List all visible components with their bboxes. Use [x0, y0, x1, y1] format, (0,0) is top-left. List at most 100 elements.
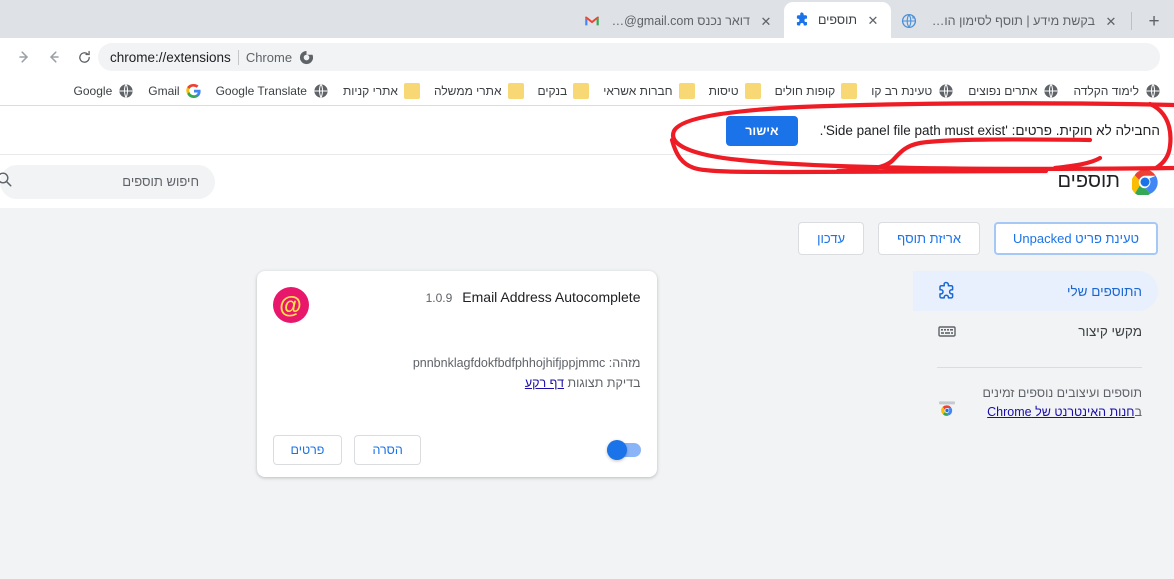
- extension-name-group: Email Address Autocomplete 1.0.9: [323, 287, 641, 305]
- tab-close-icon[interactable]: ✕: [1103, 13, 1119, 29]
- error-message: החבילה לא חוקית. פרטים: 'Side panel file…: [819, 123, 1160, 138]
- search-icon[interactable]: [0, 171, 13, 193]
- extension-inspect-row: בדיקת תצוגות דף רקע: [273, 373, 641, 393]
- update-button[interactable]: עדכון: [798, 222, 865, 255]
- address-bar-url: chrome://extensions: [110, 49, 231, 65]
- bookmark-item[interactable]: Gmail: [141, 80, 208, 102]
- search-input[interactable]: [23, 174, 199, 189]
- extensions-toolbar: טעינת פריט Unpacked אריזת תוסף עדכון: [0, 208, 1174, 255]
- forward-button[interactable]: [10, 43, 38, 71]
- search-box[interactable]: [0, 164, 215, 199]
- extension-enabled-toggle[interactable]: [606, 440, 641, 460]
- package-error-banner: החבילה לא חוקית. פרטים: 'Side panel file…: [0, 107, 1174, 155]
- bookmark-item[interactable]: טעינת רב קו: [864, 80, 961, 102]
- bookmark-item[interactable]: Google: [67, 80, 142, 102]
- page-title: תוספים: [1057, 170, 1121, 192]
- browser-toolbar: chrome://extensions Chrome: [0, 38, 1174, 76]
- pack-extension-button[interactable]: אריזת תוסף: [878, 222, 981, 255]
- folder-icon: [507, 82, 524, 99]
- bookmark-label: חברות אשראי: [603, 83, 673, 98]
- extensions-body: התוספים שלי מקשי קיצור תוספים ועיצובים נ…: [0, 255, 1174, 477]
- arrow-left-icon: [50, 51, 59, 63]
- reload-button[interactable]: [70, 43, 98, 71]
- extension-card-header: Email Address Autocomplete 1.0.9 @: [272, 287, 641, 323]
- chrome-logo-icon: [1130, 169, 1158, 196]
- extensions-puzzle-icon: [794, 12, 810, 28]
- bookmark-folder[interactable]: אתרי קניות: [336, 80, 427, 102]
- globe-icon: [313, 83, 329, 99]
- extension-details-button[interactable]: פרטים: [272, 435, 343, 465]
- extensions-page-header: תוספים: [0, 156, 1174, 208]
- bookmark-label: Gmail: [148, 83, 180, 98]
- bookmark-item[interactable]: אתרים נפוצים: [961, 80, 1066, 102]
- folder-icon: [744, 82, 761, 99]
- bookmark-label: Google: [73, 83, 113, 98]
- bookmark-label: קופות חולים: [774, 83, 836, 98]
- bookmark-folder[interactable]: אתרי ממשלה: [427, 80, 531, 102]
- bookmark-label: אתרים נפוצים: [968, 83, 1038, 98]
- extension-name: Email Address Autocomplete: [462, 289, 641, 305]
- bookmark-label: טיסות: [708, 83, 739, 98]
- extension-at-icon: @: [272, 287, 309, 323]
- reload-icon: [78, 50, 90, 63]
- folder-icon: [573, 82, 590, 99]
- extension-id-value: pnnbnklagfdokfbdfphhojhifjppjmmc: [412, 356, 606, 370]
- bookmark-folder[interactable]: בנקים: [531, 80, 597, 102]
- tab-extensions[interactable]: ✕ תוספים: [783, 2, 891, 38]
- remove-extension-button[interactable]: הסרה: [354, 435, 421, 465]
- arrow-right-icon: [19, 51, 28, 63]
- load-unpacked-button[interactable]: טעינת פריט Unpacked: [994, 222, 1158, 255]
- inspect-views-label: בדיקת תצוגות: [567, 376, 641, 390]
- sidebar-item-label: מקשי קיצור: [1078, 323, 1142, 339]
- tab-info-request[interactable]: ✕ בקשת מידע | תוסף לסימון הודעה: [891, 4, 1129, 38]
- error-ok-button[interactable]: אישור: [726, 115, 798, 146]
- chrome-webstore-link[interactable]: חנות האינטרנט של Chrome: [987, 405, 1134, 419]
- tab-title: בקשת מידע | תוסף לסימון הודעה: [925, 14, 1095, 28]
- tab-close-icon[interactable]: ✕: [865, 12, 881, 28]
- extension-version: 1.0.9: [425, 291, 453, 305]
- extension-card-footer: הסרה פרטים: [272, 429, 641, 465]
- at-glyph: @: [279, 291, 302, 318]
- sidebar-item-label: התוספים שלי: [1066, 283, 1142, 299]
- tab-close-icon[interactable]: ✕: [758, 13, 774, 29]
- bookmark-folder[interactable]: חברות אשראי: [596, 80, 701, 102]
- toggle-knob: [606, 440, 627, 460]
- globe-icon: [1145, 83, 1161, 99]
- tab-separator: [1131, 12, 1132, 30]
- bookmark-label: Google Translate: [215, 83, 307, 98]
- browser-window: + ✕ בקשת מידע | תוסף לסימון הודעה ✕ תוספ…: [0, 0, 1174, 579]
- bookmark-label: בנקים: [537, 83, 568, 98]
- sidebar-footer: תוספים ועיצובים נוספים זמינים בחנות האינ…: [913, 384, 1158, 423]
- back-button[interactable]: [40, 43, 68, 71]
- chrome-webstore-icon: [937, 398, 957, 418]
- globe-icon: [938, 83, 954, 99]
- new-tab-plus-icon: +: [1148, 10, 1160, 32]
- chrome-page-icon: [299, 50, 314, 65]
- background-page-link[interactable]: דף רקע: [525, 376, 564, 390]
- bookmark-item[interactable]: Google Translate: [209, 80, 336, 102]
- bookmark-label: אתרי ממשלה: [433, 83, 502, 98]
- extensions-sidebar: התוספים שלי מקשי קיצור תוספים ועיצובים נ…: [913, 271, 1158, 423]
- tab-gmail[interactable]: ✕ דואר נכנס Gmail - o@gmail.com: [573, 4, 784, 38]
- omnibox-scheme-chip: Chrome: [245, 49, 293, 65]
- keyboard-icon: [937, 321, 957, 341]
- address-bar[interactable]: chrome://extensions Chrome: [98, 43, 1160, 71]
- tab-strip: + ✕ בקשת מידע | תוסף לסימון הודעה ✕ תוספ…: [0, 0, 1174, 38]
- sidebar-footer-text: תוספים ועיצובים נוספים זמינים בחנות האינ…: [971, 384, 1142, 423]
- bookmark-folder[interactable]: טיסות: [702, 80, 768, 102]
- folder-icon: [678, 82, 695, 99]
- extensions-page: תוספים טעינת פריט Unpacked אריזת תוסף עד…: [0, 156, 1174, 579]
- folder-icon: [403, 82, 420, 99]
- new-tab-button[interactable]: +: [1140, 7, 1168, 35]
- bookmark-folder[interactable]: קופות חולים: [768, 80, 865, 102]
- bookmark-label: לימוד הקלדה: [1073, 83, 1139, 98]
- tab-title: דואר נכנס Gmail - o@gmail.com: [608, 14, 750, 28]
- gmail-icon: [584, 13, 600, 29]
- extension-cards-area: Email Address Autocomplete 1.0.9 @ מזהה:…: [0, 271, 913, 477]
- sidebar-item-my-extensions[interactable]: התוספים שלי: [913, 271, 1158, 311]
- bookmark-label: טעינת רב קו: [871, 83, 933, 98]
- puzzle-icon: [937, 281, 957, 301]
- bookmark-item[interactable]: לימוד הקלדה: [1066, 80, 1168, 102]
- google-g-icon: [185, 83, 202, 99]
- sidebar-item-keyboard-shortcuts[interactable]: מקשי קיצור: [913, 311, 1158, 351]
